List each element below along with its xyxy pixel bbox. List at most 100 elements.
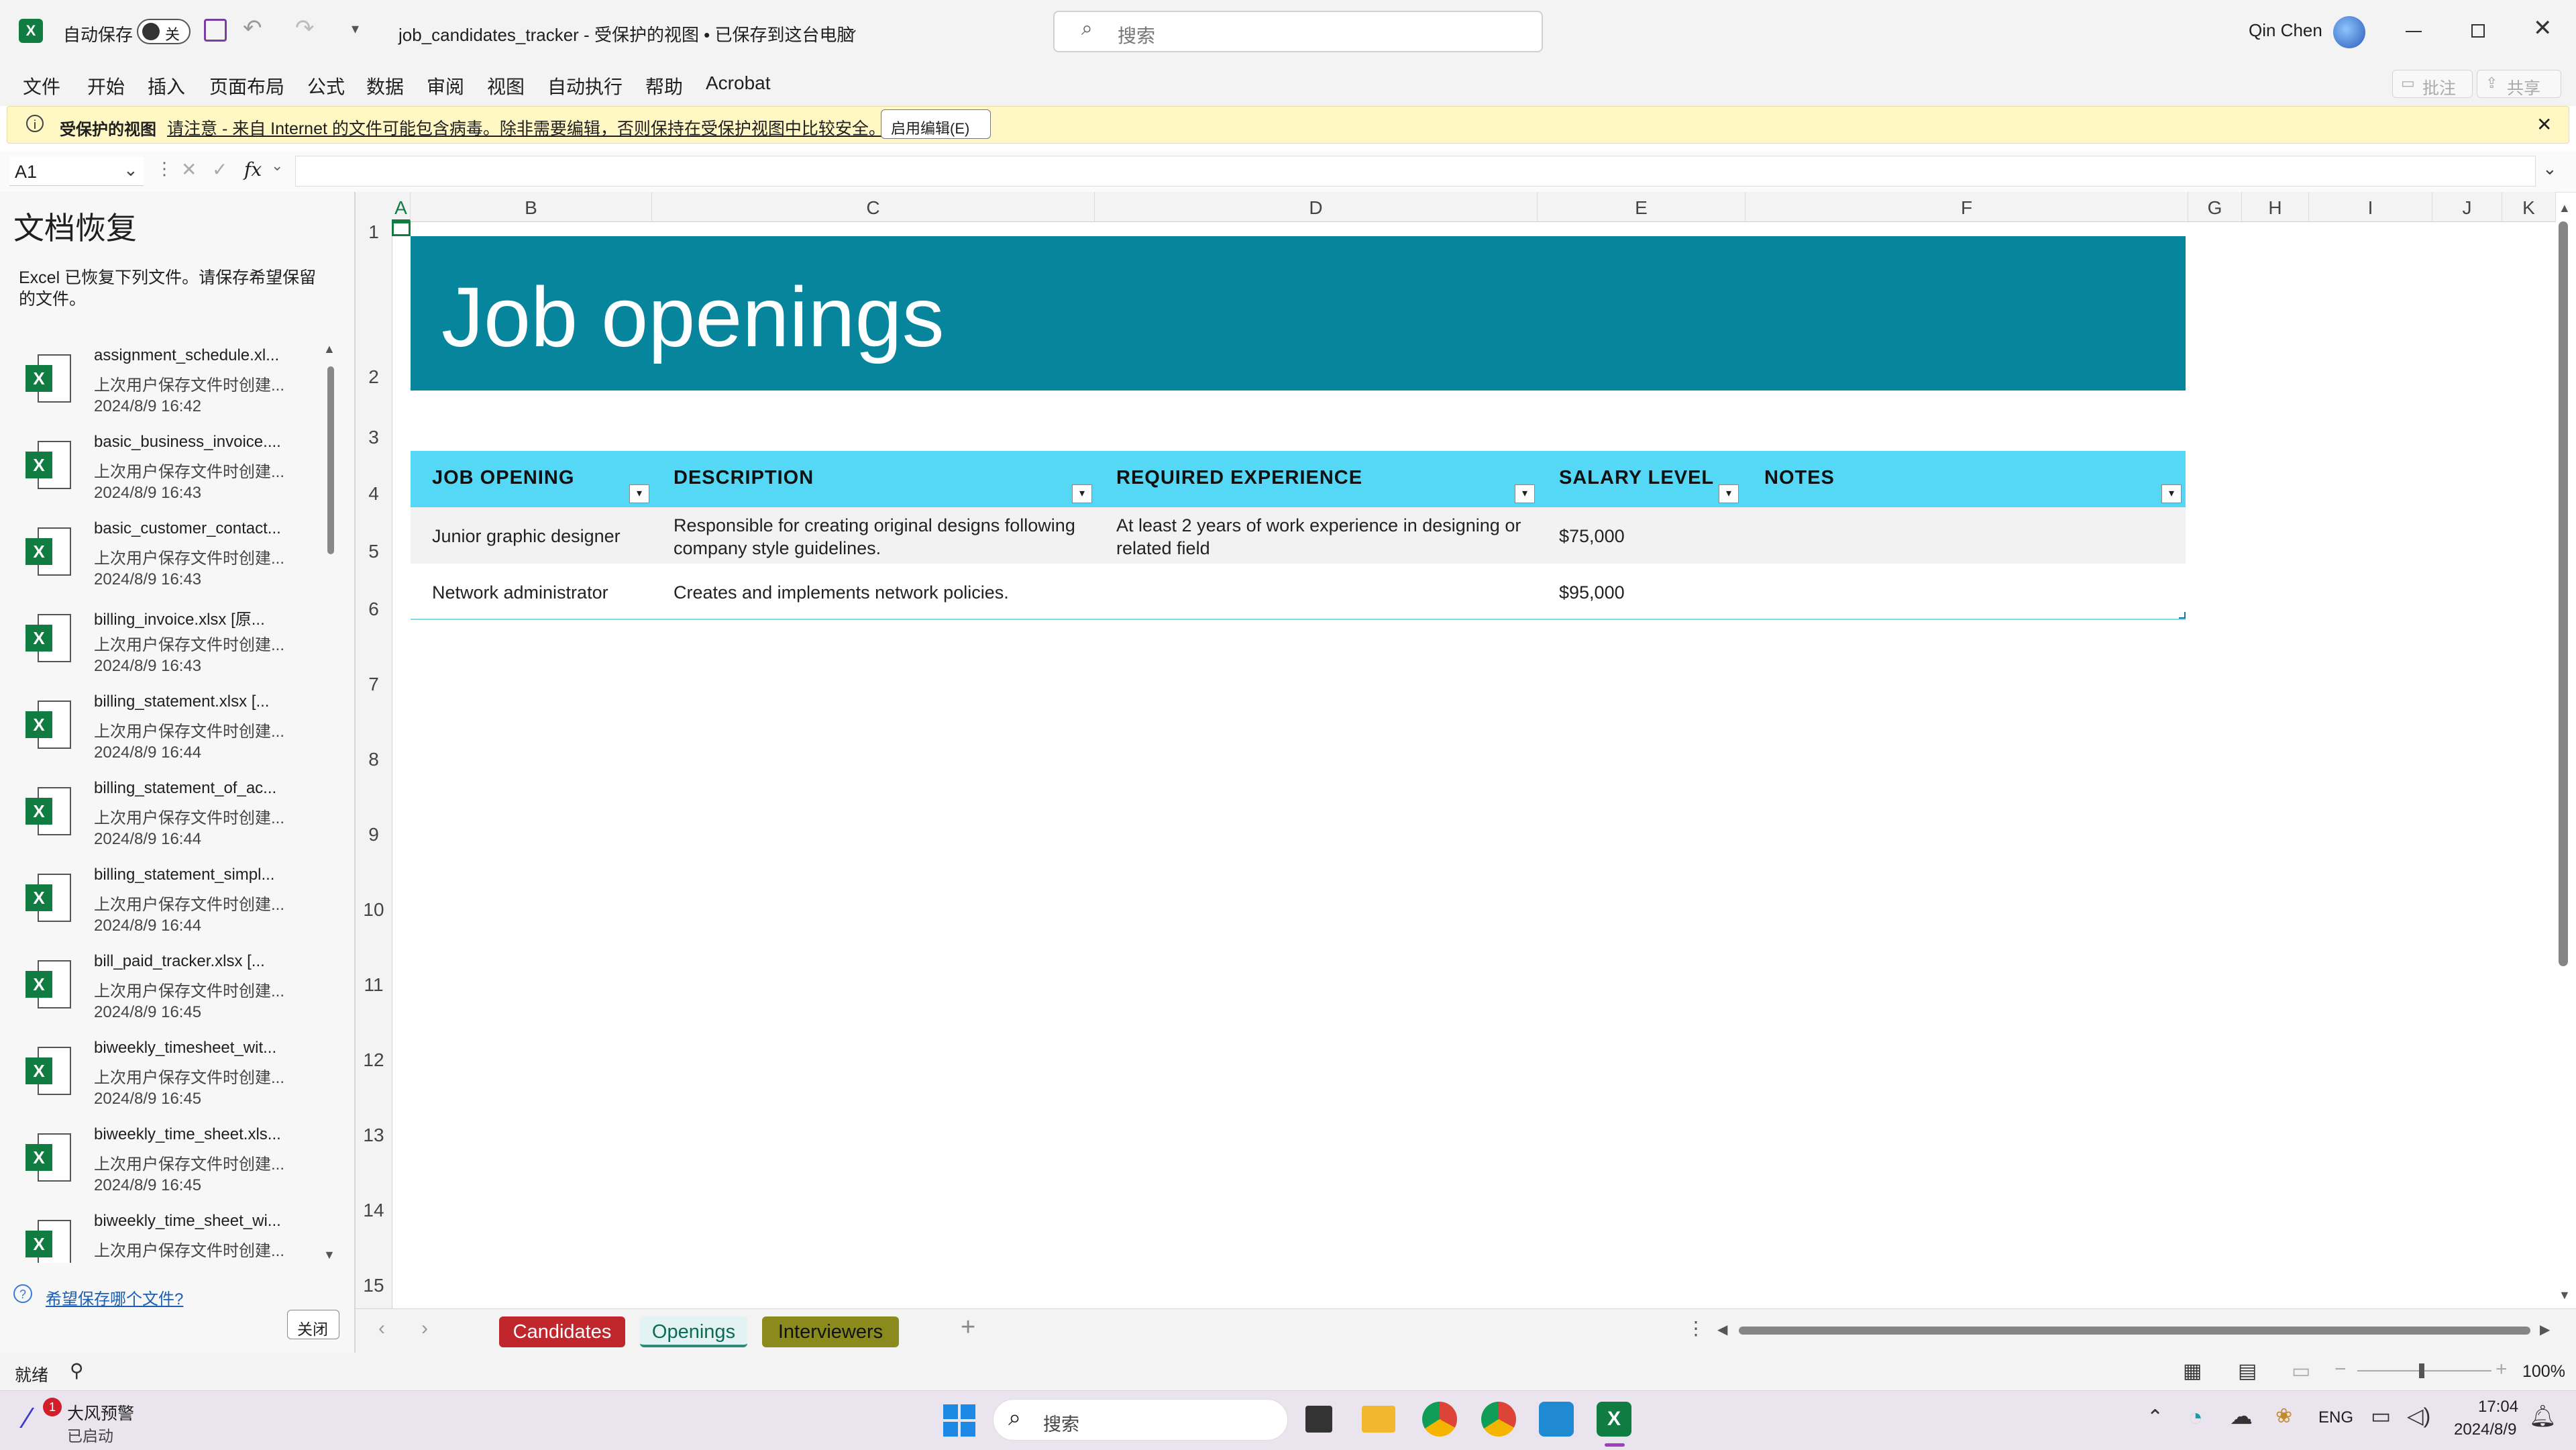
restore-icon[interactable]: [2471, 24, 2485, 38]
column-header[interactable]: H: [2242, 192, 2309, 221]
weather-widget[interactable]: ⁄ 1 大风预警 已启动: [20, 1396, 195, 1445]
tab-view[interactable]: 视图: [487, 72, 525, 99]
tab-data[interactable]: 数据: [366, 72, 404, 99]
column-header[interactable]: B: [411, 192, 652, 221]
more-options-icon[interactable]: ⋮: [156, 158, 173, 179]
clock-time[interactable]: 17:04: [2478, 1398, 2518, 1416]
column-header[interactable]: A: [392, 192, 411, 221]
row-header[interactable]: 7: [356, 674, 392, 695]
column-header[interactable]: J: [2432, 192, 2502, 221]
vertical-scroll-thumb[interactable]: [2559, 221, 2568, 966]
row-header[interactable]: 5: [356, 541, 392, 562]
horizontal-scrollbar[interactable]: ◀ ▶: [1717, 1321, 2556, 1340]
header-job-opening[interactable]: JOB OPENING: [432, 467, 574, 489]
name-box-dropdown-icon[interactable]: ⌄: [123, 160, 138, 180]
filter-dropdown-icon[interactable]: ▾: [2161, 484, 2182, 503]
task-view-icon[interactable]: [1305, 1406, 1332, 1433]
save-icon[interactable]: [204, 19, 227, 42]
clock-date[interactable]: 2024/8/9: [2454, 1420, 2516, 1439]
row-header[interactable]: 13: [356, 1125, 392, 1146]
row-header[interactable]: 8: [356, 749, 392, 770]
cell-description-line1[interactable]: Creates and implements network policies.: [674, 582, 1009, 603]
enable-editing-button[interactable]: 启用编辑(E): [881, 109, 991, 139]
file-explorer-icon[interactable]: [1362, 1406, 1395, 1433]
page-title[interactable]: Job openings: [441, 268, 945, 366]
cell-description-line1[interactable]: Responsible for creating original design…: [674, 515, 1075, 536]
column-header[interactable]: E: [1538, 192, 1746, 221]
row-header[interactable]: 2: [356, 366, 392, 388]
tabs-more-icon[interactable]: ⋮: [1686, 1317, 1705, 1339]
undo-icon[interactable]: ↶: [243, 15, 262, 42]
avatar[interactable]: [2333, 16, 2365, 48]
page-layout-view-icon[interactable]: ▤: [2238, 1359, 2257, 1383]
scroll-up-icon[interactable]: ▲: [323, 342, 335, 356]
column-header[interactable]: D: [1095, 192, 1538, 221]
filter-dropdown-icon[interactable]: ▾: [1719, 484, 1739, 503]
filter-dropdown-icon[interactable]: ▾: [1072, 484, 1092, 503]
excel-taskbar-icon[interactable]: X: [1597, 1402, 1631, 1437]
customize-qat-icon[interactable]: ▾: [352, 20, 359, 38]
recovery-file-item[interactable]: X basic_business_invoice.... 上次用户保存文件时创建…: [13, 430, 329, 516]
recovery-file-item[interactable]: X basic_customer_contact... 上次用户保存文件时创建.…: [13, 517, 329, 603]
accessibility-icon[interactable]: ⚲: [70, 1359, 84, 1382]
row-header[interactable]: 15: [356, 1275, 392, 1296]
normal-view-icon[interactable]: ▦: [2183, 1359, 2202, 1383]
add-sheet-icon[interactable]: +: [961, 1313, 975, 1342]
scroll-right-icon[interactable]: ▶: [2540, 1321, 2550, 1338]
vertical-scrollbar[interactable]: ▲ ▼: [2553, 201, 2573, 1306]
zoom-out-icon[interactable]: −: [2334, 1358, 2347, 1381]
cell-salary[interactable]: $75,000: [1559, 526, 1625, 547]
row-header[interactable]: 12: [356, 1049, 392, 1071]
close-recovery-button[interactable]: 关闭: [287, 1310, 339, 1339]
enter-icon[interactable]: ✓: [212, 158, 227, 180]
zoom-in-icon[interactable]: +: [2496, 1358, 2508, 1381]
recovery-file-item[interactable]: X biweekly_time_sheet_wi... 上次用户保存文件时创建.…: [13, 1209, 329, 1263]
cell-experience-line1[interactable]: At least 2 years of work experience in d…: [1116, 515, 1521, 536]
expand-formula-icon[interactable]: ⌄: [2542, 158, 2557, 179]
network-icon[interactable]: ▭: [2371, 1403, 2391, 1429]
redo-icon[interactable]: ↷: [295, 15, 315, 42]
title-search-box[interactable]: ⌕ 搜索: [1053, 11, 1543, 52]
name-box[interactable]: A1 ⌄: [9, 157, 144, 186]
notification-bell-icon[interactable]: 🔔︎: [2529, 1403, 2557, 1429]
recovery-file-item[interactable]: X bill_paid_tracker.xlsx [... 上次用户保存文件时创…: [13, 949, 329, 1035]
recovery-scrollbar[interactable]: ▲ ▼: [323, 342, 337, 1268]
column-header[interactable]: C: [652, 192, 1095, 221]
start-icon[interactable]: [943, 1404, 975, 1437]
page-break-view-icon[interactable]: ▭: [2292, 1359, 2310, 1383]
taskbar-search-box[interactable]: ⌕ 搜索: [993, 1399, 1288, 1441]
tab-file[interactable]: 文件: [23, 72, 60, 99]
row-header[interactable]: 11: [356, 974, 392, 996]
chrome-profile-icon[interactable]: [1481, 1402, 1516, 1437]
row-header[interactable]: 14: [356, 1200, 392, 1221]
which-file-help-link[interactable]: 希望保存哪个文件?: [46, 1286, 183, 1309]
vscode-icon[interactable]: [1539, 1402, 1574, 1437]
row-header[interactable]: 9: [356, 824, 392, 845]
zoom-slider-knob[interactable]: [2419, 1363, 2424, 1378]
tab-page-layout[interactable]: 页面布局: [209, 72, 284, 99]
recovery-file-item[interactable]: X billing_statement_simpl... 上次用户保存文件时创建…: [13, 863, 329, 949]
header-description[interactable]: DESCRIPTION: [674, 467, 814, 489]
sheet-tab-interviewers[interactable]: Interviewers: [762, 1316, 899, 1347]
row-header[interactable]: 10: [356, 899, 392, 921]
sheet-tab-openings[interactable]: Openings: [640, 1316, 747, 1347]
horizontal-scroll-thumb[interactable]: [1739, 1327, 2530, 1335]
document-title[interactable]: job_candidates_tracker - 受保护的视图 • 已保存到这台…: [398, 21, 855, 46]
recovery-file-item[interactable]: X assignment_schedule.xl... 上次用户保存文件时创建.…: [13, 344, 329, 429]
recovery-file-item[interactable]: X biweekly_time_sheet.xls... 上次用户保存文件时创建…: [13, 1123, 329, 1208]
cell-job[interactable]: Network administrator: [432, 582, 608, 603]
tab-automate[interactable]: 自动执行: [547, 72, 623, 99]
tray-overflow-icon[interactable]: ⌃: [2147, 1406, 2163, 1429]
zoom-level[interactable]: 100%: [2522, 1362, 2565, 1382]
recovery-file-item[interactable]: X billing_statement_of_ac... 上次用户保存文件时创建…: [13, 776, 329, 862]
row-header[interactable]: 4: [356, 483, 392, 505]
selected-cell[interactable]: [392, 221, 411, 236]
scroll-left-icon[interactable]: ◀: [1717, 1321, 1727, 1338]
header-notes[interactable]: NOTES: [1764, 467, 1835, 489]
onedrive-icon[interactable]: ☁: [2230, 1403, 2253, 1430]
close-window-icon[interactable]: ✕: [2533, 15, 2553, 42]
table-resize-handle[interactable]: [2179, 612, 2186, 619]
column-header[interactable]: F: [1746, 192, 2188, 221]
title-dropdown-icon[interactable]: ⌄: [847, 20, 859, 38]
autosave-toggle[interactable]: 关: [137, 19, 191, 44]
